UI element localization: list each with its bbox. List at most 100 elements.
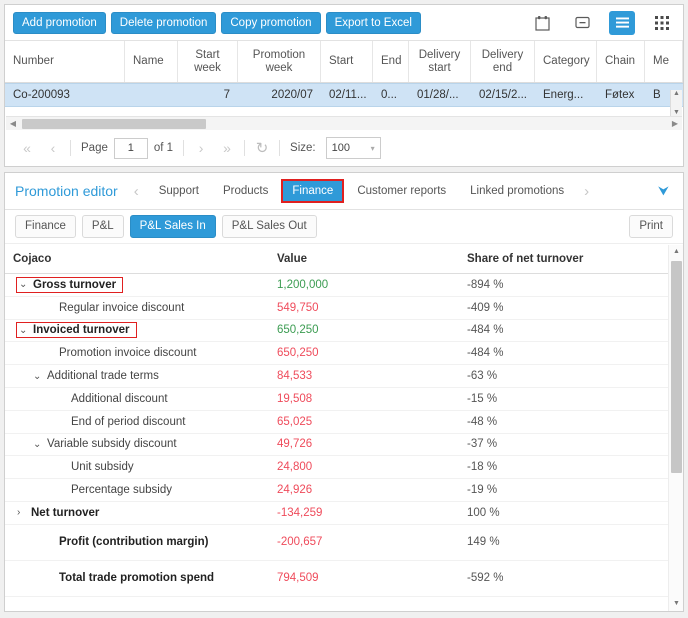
finance-row-label-cell: Unit subsidy: [5, 461, 277, 473]
chevron-down-icon[interactable]: ⌄: [33, 439, 47, 450]
application-root: Add promotion Delete promotion Copy prom…: [0, 0, 688, 618]
subtab-pl-sales-in-button[interactable]: P&L Sales In: [129, 215, 216, 238]
hscroll-thumb[interactable]: [22, 118, 206, 129]
finance-row-value: 49,726: [277, 438, 313, 451]
pager-prev-button[interactable]: ‹: [40, 136, 66, 160]
subtab-pl-sales-out-button[interactable]: P&L Sales Out: [221, 215, 317, 238]
pager-last-button[interactable]: »: [214, 136, 240, 160]
finance-row-label-cell: Regular invoice discount: [5, 302, 277, 314]
finance-row-label-cell: ⌄ Additional trade terms: [5, 370, 277, 382]
finance-row[interactable]: Unit subsidy 24,800 -18 %: [5, 456, 683, 480]
grid-vertical-scrollbar[interactable]: ▲ ▼: [670, 90, 682, 116]
editor-tab-bar: ‹ Support Products Finance Customer repo…: [126, 179, 673, 203]
page-size-value: 100: [331, 142, 350, 154]
pager-next-button[interactable]: ›: [188, 136, 214, 160]
editor-scroll-thumb[interactable]: [671, 261, 682, 473]
pager-first-button[interactable]: «: [14, 136, 40, 160]
finance-row-value: 24,800: [277, 461, 313, 474]
tab-support[interactable]: Support: [150, 181, 208, 201]
grid-scroll-up-arrow[interactable]: ▲: [673, 90, 680, 97]
column-header-start[interactable]: Start: [321, 41, 373, 82]
chevron-down-icon[interactable]: ⌄: [33, 371, 47, 382]
chevron-right-icon[interactable]: ›: [17, 507, 31, 518]
subtab-finance-button[interactable]: Finance: [15, 215, 76, 238]
finance-row-label-cell: ⌄ Invoiced turnover: [5, 322, 277, 339]
finance-row[interactable]: Regular invoice discount 549,750 -409 %: [5, 297, 683, 320]
hscroll-track[interactable]: [20, 118, 668, 129]
main-toolbar: Add promotion Delete promotion Copy prom…: [5, 5, 683, 41]
pager-page-input[interactable]: [113, 137, 148, 159]
grid-view-icon[interactable]: [649, 11, 675, 35]
export-to-excel-button[interactable]: Export to Excel: [325, 11, 421, 34]
finance-sub-toolbar: Finance P&L P&L Sales In P&L Sales Out P…: [5, 210, 683, 244]
finance-row-share: -37 %: [467, 438, 498, 451]
column-header-end[interactable]: End: [373, 41, 409, 82]
finance-row-value: 65,025: [277, 415, 313, 428]
column-header-promotion-week-l1: Promotion: [252, 48, 306, 61]
subtab-pl-button[interactable]: P&L: [81, 215, 124, 238]
tab-linked-promotions[interactable]: Linked promotions: [461, 181, 573, 201]
pager-divider-4: [279, 140, 281, 156]
finance-row[interactable]: ⌄ Additional trade terms 84,533 -63 %: [5, 365, 683, 388]
finance-row[interactable]: ⌄ Variable subsidy discount 49,726 -37 %: [5, 434, 683, 457]
tab-customer-reports[interactable]: Customer reports: [348, 181, 455, 201]
finance-row-share: -15 %: [467, 392, 498, 405]
chevron-down-icon[interactable]: ⌄: [19, 279, 33, 290]
finance-row[interactable]: ⌄ Invoiced turnover 650,250 -484 %: [5, 320, 683, 343]
column-header-category[interactable]: Category: [535, 41, 597, 82]
print-button[interactable]: Print: [629, 215, 673, 238]
column-header-promotion-week[interactable]: Promotion week: [238, 41, 321, 82]
finance-row-label: Regular invoice discount: [59, 301, 185, 314]
finance-row[interactable]: Profit (contribution margin) -200,657 149 …: [5, 525, 683, 561]
column-header-delivery-start[interactable]: Delivery start: [409, 41, 471, 82]
collapse-box-icon[interactable]: [569, 11, 595, 35]
collapse-box-icon-glyph: [574, 16, 590, 29]
finance-header-value: Value: [277, 252, 308, 265]
finance-row[interactable]: ⌄ Gross turnover 1,200,000 -894 %: [5, 274, 683, 297]
column-header-me[interactable]: Me: [645, 41, 683, 82]
finance-row[interactable]: › Net turnover -134,259 100 %: [5, 502, 683, 525]
finance-row[interactable]: Total trade promotion spend 794,509 -592 %: [5, 561, 683, 597]
tab-finance[interactable]: Finance: [281, 179, 345, 203]
column-header-start-week[interactable]: Start week: [178, 41, 238, 82]
finance-row-label: Net turnover: [31, 506, 100, 519]
refresh-icon[interactable]: ↻: [249, 136, 275, 160]
finance-row[interactable]: Additional discount 19,508 -15 %: [5, 388, 683, 411]
editor-vertical-scrollbar[interactable]: ▲ ▼: [668, 245, 683, 611]
column-header-number[interactable]: Number: [5, 41, 125, 82]
list-view-icon[interactable]: [609, 10, 635, 35]
calendar-icon[interactable]: [529, 11, 555, 35]
tabs-prev-arrow-icon[interactable]: ‹: [126, 183, 147, 200]
finance-row-label-cell: Promotion invoice discount: [5, 347, 277, 359]
hscroll-left-arrow[interactable]: ◀: [6, 119, 20, 128]
add-promotion-button[interactable]: Add promotion: [13, 11, 106, 34]
editor-scroll-up-arrow[interactable]: ▲: [669, 245, 683, 259]
finance-row-label-cell: Percentage subsidy: [5, 484, 277, 496]
finance-row-label-group: › Net turnover: [17, 507, 99, 519]
finance-row[interactable]: Promotion invoice discount 650,250 -484 %: [5, 342, 683, 366]
finance-row-label-group: Additional discount: [57, 393, 168, 405]
calendar-icon-glyph: [534, 15, 550, 31]
page-size-select[interactable]: 100 ▾: [325, 137, 381, 159]
chevron-double-down-icon[interactable]: ⮟: [654, 183, 673, 199]
hscroll-right-arrow[interactable]: ▶: [668, 119, 682, 128]
highlight-annotation: ⌄ Invoiced turnover: [16, 322, 137, 339]
cell-chain: Føtex: [605, 89, 635, 101]
tabs-next-arrow-icon[interactable]: ›: [576, 183, 597, 200]
finance-row[interactable]: Percentage subsidy 24,926 -19 %: [5, 479, 683, 502]
column-header-start-week-l1: Start: [195, 48, 220, 61]
column-header-delivery-end[interactable]: Delivery end: [471, 41, 535, 82]
chevron-down-icon[interactable]: ⌄: [19, 325, 33, 336]
cell-delivery-start: 01/28/...: [417, 89, 459, 101]
grid-scroll-down-arrow[interactable]: ▼: [673, 109, 680, 116]
column-header-name[interactable]: Name: [125, 41, 178, 82]
tab-products[interactable]: Products: [214, 181, 277, 201]
delete-promotion-button[interactable]: Delete promotion: [110, 11, 217, 34]
finance-row[interactable]: End of period discount 65,025 -48 %: [5, 411, 683, 434]
editor-scroll-down-arrow[interactable]: ▼: [669, 597, 683, 611]
table-row[interactable]: Co-200093 7 2020/07 02/11... 0... 01/28/…: [5, 83, 683, 107]
grid-horizontal-scrollbar[interactable]: ◀ ▶: [6, 116, 682, 130]
column-header-chain[interactable]: Chain: [597, 41, 645, 82]
copy-promotion-button[interactable]: Copy promotion: [221, 11, 321, 34]
finance-row-label: Profit (contribution margin): [59, 536, 209, 549]
